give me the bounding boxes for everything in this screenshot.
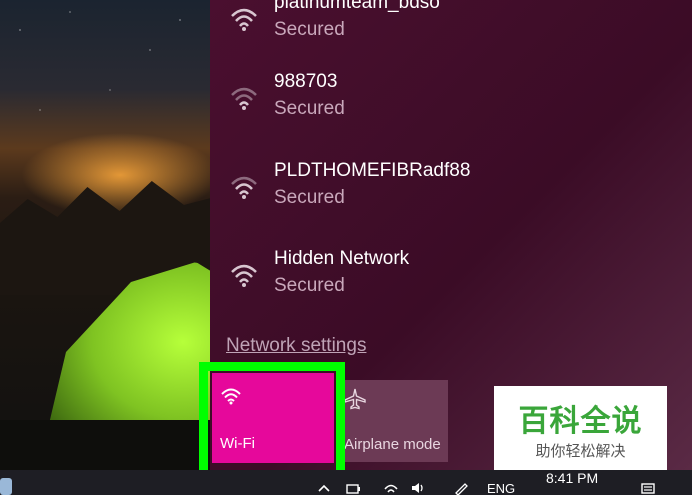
airplane-mode-tile[interactable]: Airplane mode xyxy=(338,380,448,462)
wifi-signal-icon xyxy=(231,8,257,31)
language-indicator[interactable]: ENG xyxy=(487,481,515,495)
network-item[interactable]: PLDTHOMEFIBRadf88 Secured xyxy=(210,160,692,230)
pen-icon[interactable] xyxy=(453,481,469,495)
network-item[interactable]: Hidden Network Secured xyxy=(210,248,692,318)
speaker-icon[interactable] xyxy=(410,481,426,495)
airplane-icon xyxy=(344,388,366,410)
network-item[interactable]: platinumteam_bdso Secured xyxy=(210,0,692,62)
taskbar-app-icon[interactable] xyxy=(0,478,12,495)
airplane-tile-label: Airplane mode xyxy=(344,436,441,453)
watermark-subtitle: 助你轻松解决 xyxy=(535,442,626,460)
network-name: platinumteam_bdso xyxy=(274,0,440,13)
network-name: Hidden Network xyxy=(274,248,410,269)
starry-sky xyxy=(0,0,210,140)
tutorial-highlight-box xyxy=(199,362,345,484)
power-icon[interactable] xyxy=(345,481,361,495)
notification-icon[interactable] xyxy=(640,481,656,495)
wifi-signal-icon xyxy=(231,264,257,287)
network-name: 988703 xyxy=(274,71,338,92)
watermark-title: 百科全说 xyxy=(518,404,643,439)
network-status: Secured xyxy=(274,19,345,40)
network-status: Secured xyxy=(274,275,345,296)
network-status: Secured xyxy=(274,98,345,119)
network-item[interactable]: 988703 Secured xyxy=(210,71,692,141)
chevron-up-icon[interactable] xyxy=(316,481,332,495)
network-status: Secured xyxy=(274,187,345,208)
watermark-logo: 百科全说 助你轻松解决 xyxy=(494,386,667,470)
taskbar-clock[interactable]: 8:41 PM xyxy=(546,470,598,486)
wifi-signal-icon xyxy=(231,87,257,110)
wifi-tray-icon[interactable] xyxy=(383,481,399,495)
network-settings-link[interactable]: Network settings xyxy=(226,335,366,357)
network-name: PLDTHOMEFIBRadf88 xyxy=(274,160,471,181)
wifi-signal-icon xyxy=(231,176,257,199)
